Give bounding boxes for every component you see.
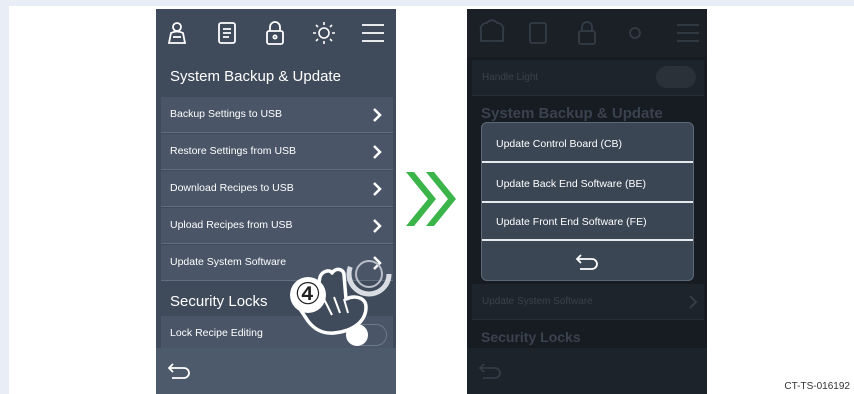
dimmed-toolbar-icons [479,19,699,45]
row-label: Lock Recipe Editing [170,327,263,339]
bottom-bar [156,348,396,394]
dimmed-bottom-bar [467,348,707,394]
security-locks-heading: Security Locks [170,293,268,310]
dimmed-handle-light-row: Handle Light [472,60,704,96]
dimmed-backup-heading: System Backup & Update [481,105,663,122]
right-screen: Handle Light System Backup & Update Upda… [467,9,707,394]
option-label: Update Front End Software (FE) [496,216,647,228]
chevron-right-icon [371,143,383,161]
handle-light-label: Handle Light [482,72,539,83]
row-label: Upload Recipes from USB [170,219,293,231]
backup-update-heading: System Backup & Update [170,68,341,85]
back-arrow-icon[interactable] [166,358,192,382]
row-label: Update System Software [170,256,287,268]
frame-top-border [0,0,854,6]
update-options-dialog: Update Control Board (CB) Update Back En… [481,122,694,281]
chef-user-icon[interactable] [163,19,191,47]
lock-icon[interactable] [261,19,289,47]
option-label: Update Control Board (CB) [496,138,623,150]
step-number-badge: ④ [290,277,326,313]
double-chevron-right-icon [406,172,456,226]
frame-left-border [0,0,9,394]
chevron-right-icon [371,180,383,198]
backup-settings-row[interactable]: Backup Settings to USB [161,97,393,133]
update-control-board-button[interactable]: Update Control Board (CB) [482,125,693,163]
brightness-icon[interactable] [310,19,338,47]
dimmed-update-software-row: Update System Software [472,284,704,320]
dimmed-chevron-icon [689,295,698,309]
update-front-end-button[interactable]: Update Front End Software (FE) [482,203,693,241]
document-code: CT-TS-016192 [784,381,850,392]
dimmed-toggle [656,66,696,88]
download-recipes-row[interactable]: Download Recipes to USB [161,171,393,207]
option-label: Update Back End Software (BE) [496,178,646,190]
recipe-book-icon[interactable] [213,19,241,47]
top-toolbar [156,9,396,57]
left-screen: System Backup & Update Backup Settings t… [156,9,396,394]
row-label: Download Recipes to USB [170,182,294,194]
dialog-back-icon[interactable] [574,251,600,273]
chevron-right-icon [371,217,383,235]
restore-settings-row[interactable]: Restore Settings from USB [161,134,393,170]
dimmed-toolbar [467,9,707,57]
dimmed-update-label: Update System Software [482,296,593,307]
chevron-right-icon [371,106,383,124]
dimmed-security-heading: Security Locks [481,329,581,345]
dimmed-back-icon [478,363,501,379]
row-label: Restore Settings from USB [170,145,297,157]
row-label: Backup Settings to USB [170,108,283,120]
update-back-end-button[interactable]: Update Back End Software (BE) [482,165,693,203]
menu-icon[interactable] [359,19,387,47]
